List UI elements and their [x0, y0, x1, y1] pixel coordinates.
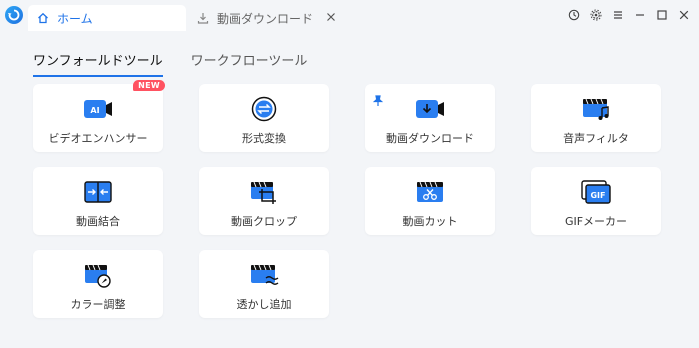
- tab-video-download[interactable]: 動画ダウンロード: [190, 5, 348, 31]
- tool-label: 音声フィルタ: [563, 132, 629, 145]
- tool-card-video-crop[interactable]: 動画クロップ: [199, 167, 329, 235]
- tool-card-video-download[interactable]: 動画ダウンロード: [365, 84, 495, 152]
- tool-label: 動画クロップ: [231, 215, 297, 228]
- tool-card-video-cut[interactable]: 動画カット: [365, 167, 495, 235]
- gif-icon-text: GIF: [590, 191, 605, 200]
- tool-label: 透かし追加: [236, 298, 292, 311]
- minimize-icon[interactable]: [633, 8, 647, 22]
- tab-one-fold-tools[interactable]: ワンフォールドツール: [33, 50, 163, 77]
- menu-icon[interactable]: [611, 8, 625, 22]
- convert-icon: [248, 96, 280, 122]
- tab-download-label: 動画ダウンロード: [217, 11, 314, 26]
- app-logo: [5, 6, 23, 24]
- tool-card-video-enhancer[interactable]: NEW AI ビデオエンハンサー: [33, 80, 165, 152]
- home-icon: [36, 11, 50, 25]
- color-adjust-icon: [82, 262, 114, 288]
- crop-icon: [248, 179, 280, 205]
- tool-category-tabs: ワンフォールドツール ワークフローツール: [33, 50, 307, 77]
- tool-label: ビデオエンハンサー: [48, 132, 148, 145]
- pin-icon[interactable]: [372, 92, 384, 106]
- tool-label: 動画ダウンロード: [386, 132, 474, 145]
- tool-card-gif-maker[interactable]: GIF GIFメーカー: [531, 167, 661, 235]
- tool-card-add-watermark[interactable]: 透かし追加: [199, 250, 329, 318]
- svg-text:AI: AI: [90, 106, 99, 115]
- tab-home[interactable]: ホーム: [28, 5, 186, 31]
- tool-card-color-adjust[interactable]: カラー調整: [33, 250, 163, 318]
- merge-icon: [82, 179, 114, 205]
- tab-close-icon[interactable]: [326, 11, 338, 23]
- watermark-icon: [248, 262, 280, 288]
- ai-enhance-icon: AI: [82, 96, 114, 122]
- title-bar: ホーム 動画ダウンロード: [0, 0, 699, 33]
- tab-workflow-tools[interactable]: ワークフローツール: [191, 50, 308, 77]
- tab-home-label: ホーム: [57, 11, 93, 26]
- video-download-icon: [414, 96, 446, 122]
- tool-label: 動画カット: [402, 215, 458, 228]
- tool-card-video-merge[interactable]: 動画結合: [33, 167, 163, 235]
- download-icon: [196, 11, 210, 25]
- main-content: ワンフォールドツール ワークフローツール NEW AI ビデオエンハンサー 形式…: [0, 31, 699, 348]
- tool-label: GIFメーカー: [564, 215, 628, 228]
- new-badge: NEW: [133, 80, 165, 91]
- tool-label: 動画結合: [76, 215, 120, 228]
- tool-label: 形式変換: [242, 132, 286, 145]
- maximize-icon[interactable]: [655, 8, 669, 22]
- tool-card-audio-filter[interactable]: 音声フィルタ: [531, 84, 661, 152]
- tool-card-format-convert[interactable]: 形式変換: [199, 84, 329, 152]
- tool-label: カラー調整: [70, 298, 126, 311]
- window-controls: [567, 8, 691, 24]
- history-icon[interactable]: [567, 8, 581, 22]
- close-icon[interactable]: [677, 8, 691, 22]
- cut-icon: [414, 179, 446, 205]
- gif-icon: GIF: [580, 179, 612, 205]
- audio-filter-icon: [580, 96, 612, 122]
- settings-gear-icon[interactable]: [589, 8, 603, 22]
